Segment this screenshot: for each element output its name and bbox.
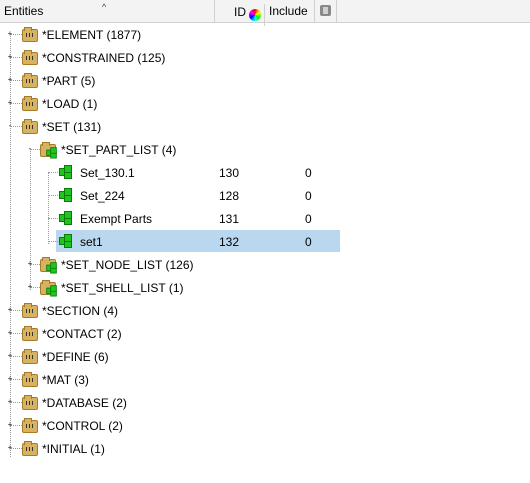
include-value: 0 xyxy=(305,166,312,180)
expand-icon[interactable]: + xyxy=(6,398,14,406)
entities-header-label: Entities xyxy=(4,4,44,18)
id-value: 128 xyxy=(219,189,240,203)
tree-item-label: *INITIAL (1) xyxy=(42,442,105,456)
tree-item-label: Exempt Parts xyxy=(80,212,153,226)
set-icon xyxy=(58,233,74,249)
id-value: 132 xyxy=(219,235,240,249)
expand-icon[interactable]: + xyxy=(6,329,14,337)
folder-icon xyxy=(22,417,38,433)
tree-item-contact[interactable]: + *CONTACT (2) xyxy=(0,322,530,345)
tree-item-label: Set_224 xyxy=(80,189,125,203)
tree-item-set-node-list[interactable]: + *SET_NODE_LIST (126) xyxy=(0,253,530,276)
set-folder-icon xyxy=(40,256,57,274)
tree-item-label: *CONTACT (2) xyxy=(42,327,122,341)
folder-icon xyxy=(22,302,38,318)
tree-item-initial[interactable]: + *INITIAL (1) xyxy=(0,437,530,460)
folder-icon xyxy=(22,371,38,387)
set-icon xyxy=(58,210,74,226)
tree-item-label: *SET_NODE_LIST (126) xyxy=(61,258,194,272)
color-wheel-icon[interactable] xyxy=(249,9,261,21)
tree-item-part[interactable]: + *PART (5) xyxy=(0,69,530,92)
folder-icon xyxy=(22,325,38,341)
tree-item-load[interactable]: + *LOAD (1) xyxy=(0,92,530,115)
expand-icon[interactable]: + xyxy=(6,375,14,383)
folder-icon xyxy=(22,348,38,364)
set-folder-icon xyxy=(40,141,57,159)
tree-item-label: *CONTROL (2) xyxy=(42,419,123,433)
id-header-label: ID xyxy=(234,5,246,19)
tree-item-element[interactable]: + *ELEMENT (1877) xyxy=(0,23,530,46)
tree-item-set-130-1[interactable]: Set_130.1 130 0 xyxy=(0,161,530,184)
tree-item-set-224[interactable]: Set_224 128 0 xyxy=(0,184,530,207)
include-value: 0 xyxy=(305,212,312,226)
folder-icon xyxy=(22,394,38,410)
expand-icon[interactable]: + xyxy=(6,306,14,314)
column-header: Entities ^ ID Include xyxy=(0,0,530,26)
tree-item-mat[interactable]: + *MAT (3) xyxy=(0,368,530,391)
tree-item-section[interactable]: + *SECTION (4) xyxy=(0,299,530,322)
expand-icon[interactable]: + xyxy=(6,421,14,429)
expand-icon[interactable]: + xyxy=(6,30,14,38)
folder-icon xyxy=(22,95,38,111)
folder-icon xyxy=(22,440,38,456)
set-folder-icon xyxy=(40,279,57,297)
include-column-header[interactable]: Include xyxy=(265,0,315,22)
include-value: 0 xyxy=(305,235,312,249)
tree-item-exempt-parts[interactable]: Exempt Parts 131 0 xyxy=(0,207,530,230)
include-header-label: Include xyxy=(269,4,308,18)
tree-item-label: *SET_SHELL_LIST (1) xyxy=(61,281,184,295)
tree-item-set-shell-list[interactable]: + *SET_SHELL_LIST (1) xyxy=(0,276,530,299)
entity-tree: + *ELEMENT (1877) + *CONSTRAINED (125) +… xyxy=(0,23,530,483)
expand-icon[interactable]: + xyxy=(6,99,14,107)
folder-icon xyxy=(22,49,38,65)
tree-item-label: *PART (5) xyxy=(42,74,96,88)
include-value: 0 xyxy=(305,189,312,203)
tree-item-control[interactable]: + *CONTROL (2) xyxy=(0,414,530,437)
tree-item-label: *DEFINE (6) xyxy=(42,350,109,364)
tree-item-set-part-list[interactable]: - *SET_PART_LIST (4) xyxy=(0,138,530,161)
set-icon xyxy=(58,187,74,203)
expand-icon[interactable]: + xyxy=(6,352,14,360)
folder-icon xyxy=(22,72,38,88)
id-value: 131 xyxy=(219,212,240,226)
folder-icon xyxy=(22,118,38,134)
tree-item-database[interactable]: + *DATABASE (2) xyxy=(0,391,530,414)
folder-icon xyxy=(22,26,38,42)
tree-item-label: *SET (131) xyxy=(42,120,102,134)
expand-icon[interactable]: + xyxy=(26,260,34,268)
sort-ascending-icon: ^ xyxy=(102,2,107,12)
expand-icon[interactable]: + xyxy=(26,283,34,291)
expand-icon[interactable]: + xyxy=(6,444,14,452)
include-file-icon xyxy=(320,5,331,16)
tree-item-label: *CONSTRAINED (125) xyxy=(42,51,166,65)
tree-item-label: *SET_PART_LIST (4) xyxy=(61,143,177,157)
tree-item-define[interactable]: + *DEFINE (6) xyxy=(0,345,530,368)
expand-icon[interactable]: + xyxy=(6,53,14,61)
tree-item-label: *MAT (3) xyxy=(42,373,89,387)
tree-item-label: *LOAD (1) xyxy=(42,97,98,111)
tree-item-constrained[interactable]: + *CONSTRAINED (125) xyxy=(0,46,530,69)
tree-item-label: *DATABASE (2) xyxy=(42,396,127,410)
tree-item-label: *ELEMENT (1877) xyxy=(42,28,142,42)
collapse-icon[interactable]: - xyxy=(26,145,34,153)
tree-item-label: Set_130.1 xyxy=(80,166,135,180)
file-icon-column-header[interactable] xyxy=(315,0,337,22)
set-icon xyxy=(58,164,74,180)
tree-item-label: *SECTION (4) xyxy=(42,304,119,318)
tree-item-set[interactable]: - *SET (131) xyxy=(0,115,530,138)
expand-icon[interactable]: + xyxy=(6,76,14,84)
tree-item-label: set1 xyxy=(80,235,103,249)
id-value: 130 xyxy=(219,166,240,180)
collapse-icon[interactable]: - xyxy=(6,122,14,130)
tree-item-set1-selected[interactable]: set1 132 0 xyxy=(0,230,530,253)
entities-column-header[interactable]: Entities ^ xyxy=(0,0,215,22)
